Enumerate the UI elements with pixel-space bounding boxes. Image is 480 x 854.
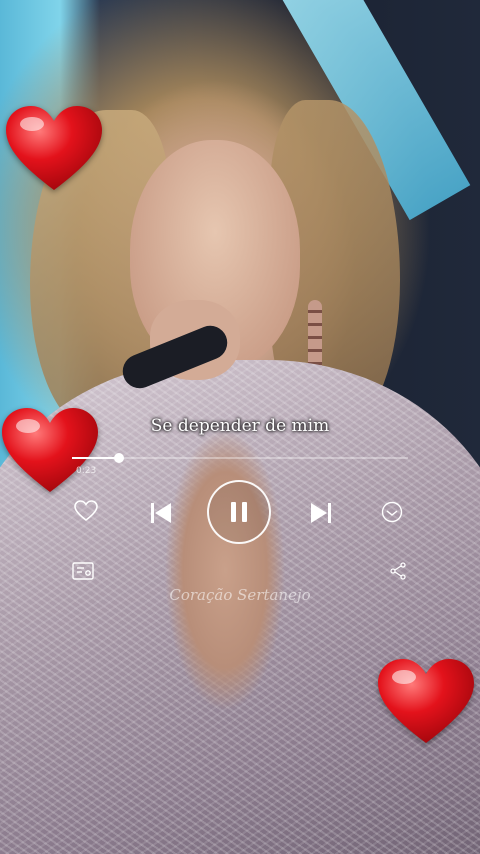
pause-icon bbox=[231, 502, 247, 522]
progress-fill bbox=[72, 457, 120, 459]
play-pause-button[interactable] bbox=[207, 480, 271, 544]
channel-watermark: Coração Sertanejo bbox=[169, 586, 311, 604]
progress-knob[interactable] bbox=[114, 453, 125, 463]
share-icon[interactable] bbox=[389, 562, 407, 580]
progress-bar[interactable] bbox=[72, 453, 408, 463]
red-heart-icon bbox=[6, 106, 102, 190]
skip-previous-icon[interactable] bbox=[149, 501, 173, 525]
skip-next-icon[interactable] bbox=[309, 501, 333, 525]
red-heart-icon bbox=[378, 659, 474, 743]
lyric-line: Se depender de mim bbox=[150, 416, 330, 436]
more-icon[interactable] bbox=[381, 501, 403, 523]
elapsed-time: 0:23 bbox=[76, 466, 97, 476]
heart-outline-icon[interactable] bbox=[74, 500, 98, 522]
lyrics-icon[interactable] bbox=[72, 562, 94, 580]
